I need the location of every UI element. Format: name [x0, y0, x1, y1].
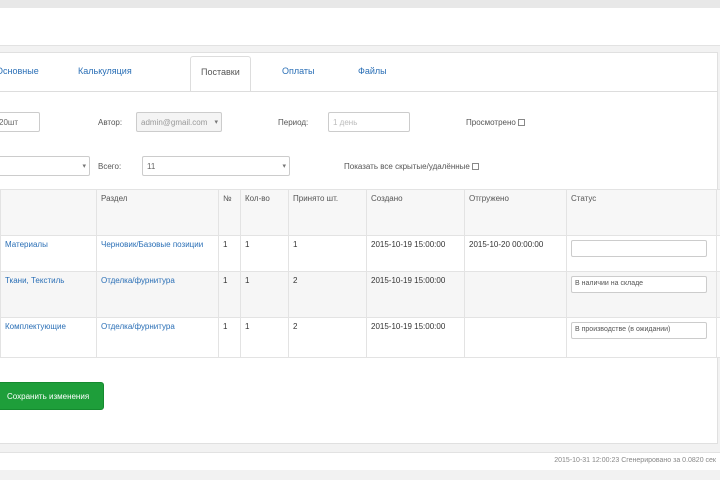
period-input[interactable]: 1 день [328, 112, 410, 132]
col-header-accepted[interactable]: Принято шт. [288, 189, 367, 236]
show-all-label: Показать все скрытые/удалённые [344, 162, 470, 171]
cell-shipped [464, 317, 567, 358]
footer-text: 2015-10-31 12:00:23 Сгенерировано за 0.0… [554, 457, 716, 464]
show-viewed-checkbox[interactable] [517, 119, 525, 127]
cell-num: 1 [218, 271, 241, 318]
col-header-extra [716, 189, 720, 236]
status-input[interactable]: В наличии на складе [571, 276, 707, 293]
table-row: Комплектующие Отделка/фурнитура 1 1 2 20… [0, 317, 720, 358]
cell-extra [716, 235, 720, 272]
status-select[interactable]: В производстве (в ожидании) [571, 322, 707, 339]
cell-shipped [464, 271, 567, 318]
count-select[interactable]: 20шт [0, 112, 40, 132]
show-viewed-toggle[interactable]: Просмотрено [466, 118, 525, 127]
author-select[interactable]: admin@gmail.com ▾ [136, 112, 222, 132]
cell-qty: 1 [240, 317, 289, 358]
cell-num: 1 [218, 235, 241, 272]
status-input[interactable] [571, 240, 707, 257]
cell-name: Комплектующие [0, 317, 97, 358]
chevron-down-icon: ▾ [82, 163, 86, 170]
cell-name: Материалы [0, 235, 97, 272]
row-name-link[interactable]: Ткани, Текстиль [5, 276, 64, 285]
chevron-down-icon: ▾ [282, 163, 286, 170]
cell-created: 2015-10-19 15:00:00 [366, 235, 465, 272]
row-name-link[interactable]: Материалы [5, 240, 48, 249]
cell-accepted: 1 [288, 235, 367, 272]
cell-extra [716, 317, 720, 358]
footer-bar: 2015-10-31 12:00:23 Сгенерировано за 0.0… [0, 452, 720, 470]
cell-shipped: 2015-10-20 00:00:00 [464, 235, 567, 272]
total-label: Всего: [98, 162, 122, 171]
tab-main[interactable]: Основные [0, 66, 39, 76]
total-select[interactable]: 11 ▾ [142, 156, 290, 176]
show-all-checkbox[interactable] [471, 163, 479, 171]
deliveries-table: Раздел № Кол-во Принято шт. Создано Отгр… [0, 189, 720, 358]
tab-underline [0, 91, 718, 92]
browser-top-strip [0, 0, 720, 8]
cell-created: 2015-10-19 15:00:00 [366, 271, 465, 318]
col-header-shipped[interactable]: Отгружено [464, 189, 567, 236]
cell-name: Ткани, Текстиль [0, 271, 97, 318]
cell-section: Отделка/фурнитура [96, 317, 219, 358]
tab-payments[interactable]: Оплаты [282, 66, 315, 76]
table-row: Материалы Черновик/Базовые позиции 1 1 1… [0, 235, 720, 272]
table-header-row: Раздел № Кол-во Принято шт. Создано Отгр… [0, 189, 720, 236]
page-header [0, 8, 720, 46]
cell-qty: 1 [240, 235, 289, 272]
col-header-section[interactable]: Раздел [96, 189, 219, 236]
cell-section: Черновик/Базовые позиции [96, 235, 219, 272]
tab-bar: Основные Калькуляция Поставки Оплаты Фай… [0, 54, 718, 92]
chevron-down-icon: ▾ [214, 119, 218, 126]
col-header-num[interactable]: № [218, 189, 241, 236]
col-header-created[interactable]: Создано [366, 189, 465, 236]
author-label: Автор: [98, 118, 123, 127]
cell-status: В производстве (в ожидании) [566, 317, 717, 358]
cell-status [566, 235, 717, 272]
cell-accepted: 2 [288, 317, 367, 358]
show-viewed-label: Просмотрено [466, 118, 516, 127]
tab-calculation[interactable]: Калькуляция [78, 66, 132, 76]
cell-qty: 1 [240, 271, 289, 318]
save-changes-button[interactable]: Сохранить изменения [0, 382, 104, 410]
cell-num: 1 [218, 317, 241, 358]
cell-extra [716, 271, 720, 318]
tab-deliveries[interactable]: Поставки [190, 56, 251, 92]
cell-section: Отделка/фурнитура [96, 271, 219, 318]
status-select[interactable]: ▾ [0, 156, 90, 176]
row-name-link[interactable]: Комплектующие [5, 322, 66, 331]
author-select-value: admin@gmail.com [141, 118, 208, 127]
col-header-qty[interactable]: Кол-во [240, 189, 289, 236]
show-all-toggle[interactable]: Показать все скрытые/удалённые [344, 162, 479, 171]
table-row: Ткани, Текстиль Отделка/фурнитура 1 1 2 … [0, 271, 720, 318]
row-section-link[interactable]: Черновик/Базовые позиции [101, 240, 203, 249]
period-label: Период: [278, 118, 309, 127]
row-section-link[interactable]: Отделка/фурнитура [101, 276, 175, 285]
col-header-name[interactable] [0, 189, 97, 236]
total-select-value: 11 [147, 162, 156, 171]
cell-created: 2015-10-19 15:00:00 [366, 317, 465, 358]
tab-files[interactable]: Файлы [358, 66, 387, 76]
col-header-status[interactable]: Статус [566, 189, 717, 236]
row-section-link[interactable]: Отделка/фурнитура [101, 322, 175, 331]
cell-accepted: 2 [288, 271, 367, 318]
cell-status: В наличии на складе [566, 271, 717, 318]
